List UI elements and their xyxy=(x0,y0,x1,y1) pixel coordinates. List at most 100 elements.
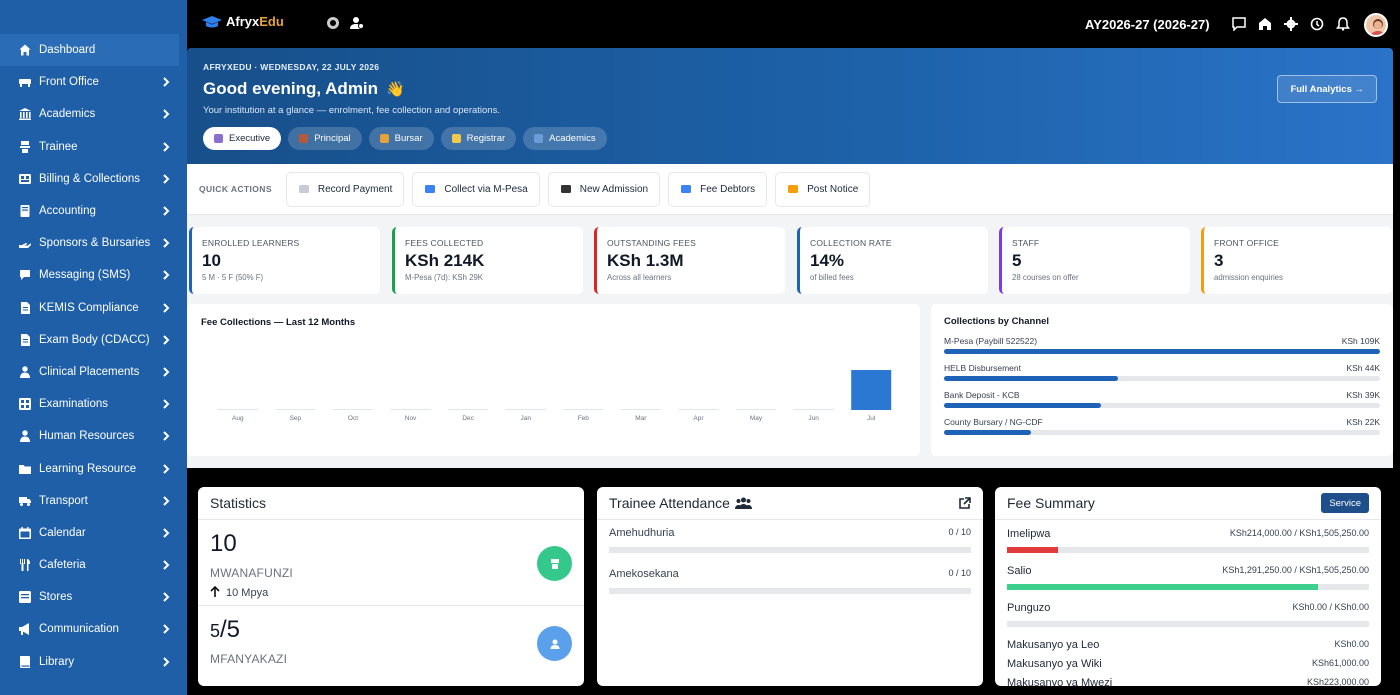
chart-bar-oct[interactable] xyxy=(332,409,373,410)
new-admission-button[interactable]: New Admission xyxy=(547,171,661,207)
quick-action-label: Post Notice xyxy=(807,183,859,195)
channel-label: HELB Disbursement xyxy=(944,363,1022,373)
channel-value: KSh 39K xyxy=(1346,390,1380,400)
chart-bar-dec[interactable] xyxy=(448,409,489,410)
sidebar-item-billing-collections[interactable]: Billing & Collections xyxy=(0,163,187,195)
kpi-card-fees-collected[interactable]: FEES COLLECTED KSh 214K M-Pesa (7d): KSh 2… xyxy=(392,227,583,294)
bell-icon[interactable] xyxy=(1336,17,1350,36)
chart-bar-jul[interactable] xyxy=(851,370,892,410)
role-icon xyxy=(534,134,544,143)
chat-icon[interactable] xyxy=(1232,17,1246,36)
kpi-sub: 5 M · 5 F (50% F) xyxy=(202,273,264,282)
post-notice-button[interactable]: Post Notice xyxy=(775,171,871,207)
hero-date: AFRYXEDU · WEDNESDAY, 22 JULY 2026 xyxy=(203,62,380,72)
record-payment-button[interactable]: Record Payment xyxy=(285,171,405,207)
kpi-sub: admission enquiries xyxy=(1214,273,1283,282)
fee-collections-panel: Fee Collections — Last 12 Months Aug Sep O… xyxy=(187,304,920,456)
sidebar-item-examinations[interactable]: Examinations xyxy=(0,388,187,420)
avatar[interactable] xyxy=(1364,13,1388,37)
chart-bar-feb[interactable] xyxy=(563,409,604,410)
role-tab-executive[interactable]: Executive xyxy=(203,127,282,150)
gear-icon[interactable] xyxy=(1284,17,1298,36)
chart-x-tick: Oct xyxy=(348,415,358,422)
role-tab-bursar[interactable]: Bursar xyxy=(368,127,434,150)
sidebar-item-accounting[interactable]: Accounting xyxy=(0,195,187,227)
sidebar-item-communication[interactable]: Communication xyxy=(0,613,187,645)
chart-bar-jun[interactable] xyxy=(793,409,834,410)
quick-actions-label: QUICK ACTIONS xyxy=(199,184,272,194)
kpi-card-enrolled-learners[interactable]: ENROLLED LEARNERS 10 5 M · 5 F (50% F) xyxy=(189,227,380,294)
wave-icon: 👋 xyxy=(386,81,405,98)
sidebar-item-cafeteria[interactable]: Cafeteria xyxy=(0,549,187,581)
chart-bar-jan[interactable] xyxy=(505,409,546,410)
user-switch-icon[interactable] xyxy=(350,16,364,35)
sidebar-item-human-resources[interactable]: Human Resources xyxy=(0,420,187,452)
chart-bar-nov[interactable] xyxy=(390,409,431,410)
brand-logo[interactable]: AfryxEdu xyxy=(201,14,284,29)
chart-bar-mar[interactable] xyxy=(620,409,661,410)
kpi-card-outstanding-fees[interactable]: OUTSTANDING FEES KSh 1.3M Across all learn… xyxy=(594,227,785,294)
kpi-label: STAFF xyxy=(1012,238,1040,248)
chart-x-tick: Feb xyxy=(578,415,590,422)
sidebar-item-exam-body-cdacc[interactable]: Exam Body (CDACC) xyxy=(0,324,187,356)
chevron-right-icon xyxy=(161,656,171,667)
role-tab-academics[interactable]: Academics xyxy=(523,127,607,150)
doc-icon xyxy=(18,301,31,314)
sidebar-item-learning-resource[interactable]: Learning Resource xyxy=(0,452,187,484)
chart-bar-apr[interactable] xyxy=(678,409,719,410)
receipt-icon xyxy=(298,183,310,195)
channel-bar-track xyxy=(944,349,1380,354)
role-tab-registrar[interactable]: Registrar xyxy=(440,127,517,150)
sidebar-item-messaging-sms[interactable]: Messaging (SMS) xyxy=(0,259,187,291)
academic-year[interactable]: AY2026-27 (2026-27) xyxy=(1085,17,1210,32)
chart-bar-may[interactable] xyxy=(736,409,777,410)
clock-icon[interactable] xyxy=(1310,17,1324,36)
kpi-card-collection-rate[interactable]: COLLECTION RATE 14% of billed fees xyxy=(797,227,988,294)
sidebar-item-label: Dashboard xyxy=(39,44,96,57)
fee-summary-label: Salio xyxy=(1007,565,1032,577)
sidebar-item-academics[interactable]: Academics xyxy=(0,98,187,130)
fee-summary-label: Punguzo xyxy=(1007,602,1051,614)
kpi-card-front-office[interactable]: FRONT OFFICE 3 admission enquiries xyxy=(1201,227,1392,294)
sidebar-item-trainee[interactable]: Trainee xyxy=(0,131,187,163)
sidebar-item-dashboard[interactable]: Dashboard xyxy=(0,34,179,67)
chevron-right-icon xyxy=(161,431,171,442)
chevron-right-icon xyxy=(161,592,171,602)
home-icon[interactable] xyxy=(1258,17,1272,36)
collect-via-m-pesa-button[interactable]: Collect via M-Pesa xyxy=(412,171,540,207)
chart-x-tick: Jul xyxy=(867,415,876,422)
fee-total-value: KSh61,000.00 xyxy=(1311,658,1369,668)
graduate-icon xyxy=(537,546,572,581)
radio-icon[interactable] xyxy=(326,16,340,35)
sidebar-item-label: Communication xyxy=(39,623,119,636)
ledger-icon xyxy=(18,205,31,218)
sidebar-item-calendar[interactable]: Calendar xyxy=(0,517,187,549)
channel-row: County Bursary / NG-CDF KSh 22K xyxy=(944,417,1380,435)
fee-summary-bar-track xyxy=(1007,621,1369,627)
attendance-bar xyxy=(609,588,971,594)
sidebar-item-sponsors-bursaries[interactable]: Sponsors & Bursaries xyxy=(0,227,187,259)
full-analytics-button[interactable]: Full Analytics → xyxy=(1277,75,1377,103)
hero-subtitle: Your institution at a glance — enrolment… xyxy=(203,105,500,116)
role-tab-label: Principal xyxy=(314,133,351,144)
chart-bar-aug[interactable] xyxy=(217,409,258,410)
service-button[interactable]: Service xyxy=(1321,493,1369,513)
kpi-value: KSh 214K xyxy=(405,251,485,270)
external-link-icon[interactable] xyxy=(958,496,971,510)
channel-bar-track xyxy=(944,376,1380,381)
sidebar-item-transport[interactable]: Transport xyxy=(0,485,187,517)
chart-x-tick: Aug xyxy=(232,415,244,422)
chart-bar-sep[interactable] xyxy=(275,409,316,410)
folder-icon xyxy=(18,462,31,475)
sidebar-item-library[interactable]: Library xyxy=(0,646,187,678)
sidebar-item-stores[interactable]: Stores xyxy=(0,581,187,613)
fee-summary-label: Imelipwa xyxy=(1007,528,1051,540)
kpi-card-staff[interactable]: STAFF 5 28 courses on offer xyxy=(999,227,1190,294)
channel-bar xyxy=(944,376,1119,381)
sidebar-item-clinical-placements[interactable]: Clinical Placements xyxy=(0,356,187,388)
role-tab-principal[interactable]: Principal xyxy=(288,127,362,150)
sidebar-item-front-office[interactable]: Front Office xyxy=(0,66,187,98)
sidebar-item-kemis-compliance[interactable]: KEMIS Compliance xyxy=(0,292,187,324)
fee-debtors-button[interactable]: Fee Debtors xyxy=(668,171,768,207)
fee-summary-card: Fee Summary Service Imelipwa KSh214,000.0… xyxy=(995,487,1381,686)
